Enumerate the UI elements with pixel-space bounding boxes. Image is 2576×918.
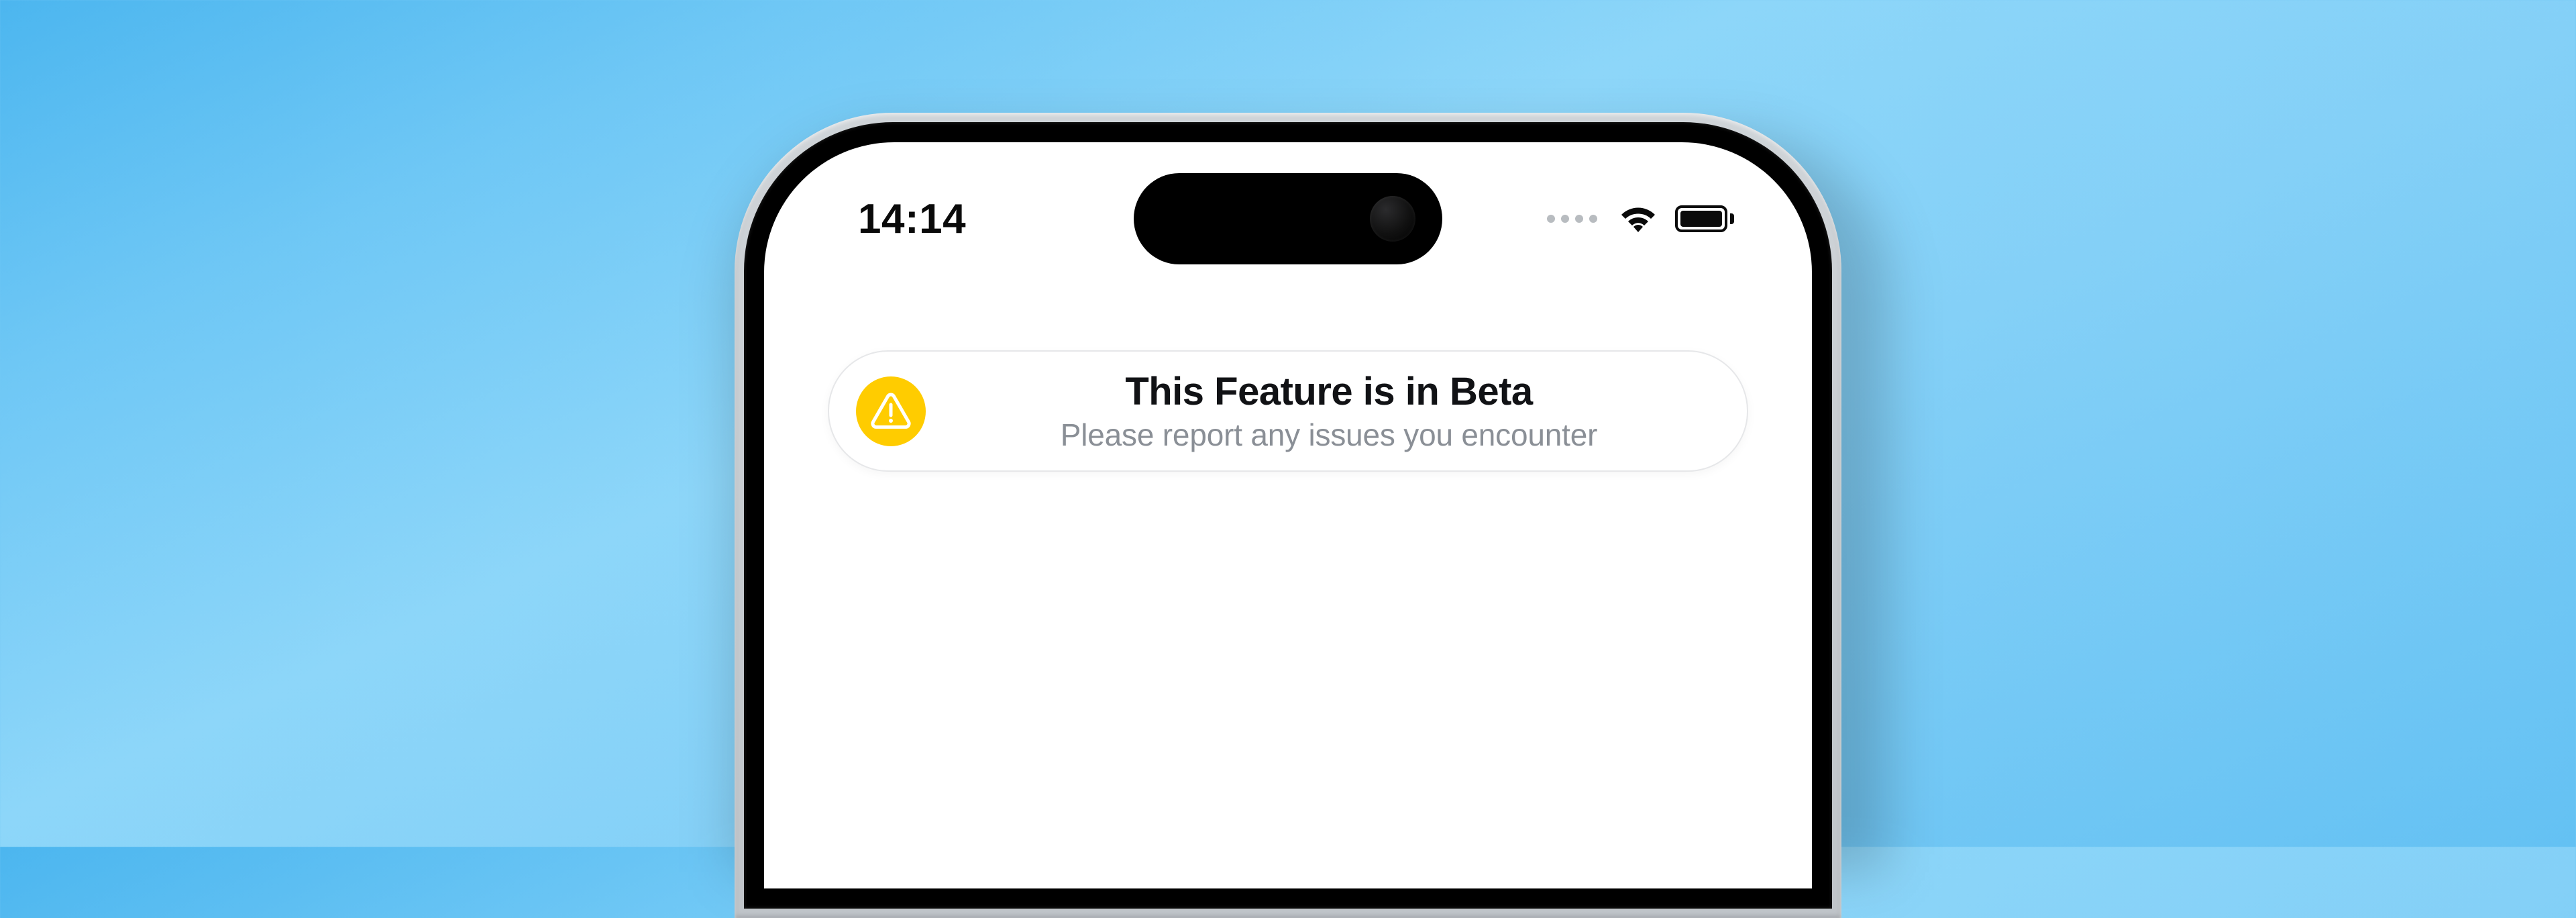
wifi-icon [1619, 205, 1658, 233]
banner-text-group: This Feature is in Beta Please report an… [949, 369, 1709, 453]
dynamic-island [1134, 173, 1442, 264]
phone-screen: 14:14 [764, 142, 1812, 888]
beta-notice-banner[interactable]: This Feature is in Beta Please report an… [828, 350, 1748, 472]
cellular-dots-icon [1547, 215, 1597, 223]
phone-frame: 14:14 [735, 113, 1841, 918]
battery-icon [1675, 205, 1734, 232]
phone-bezel: 14:14 [744, 122, 1832, 909]
banner-subtitle: Please report any issues you encounter [1061, 417, 1597, 453]
warning-icon [856, 376, 926, 446]
banner-title: This Feature is in Beta [1125, 369, 1532, 414]
status-time: 14:14 [858, 195, 966, 243]
status-right-group [1547, 205, 1734, 233]
